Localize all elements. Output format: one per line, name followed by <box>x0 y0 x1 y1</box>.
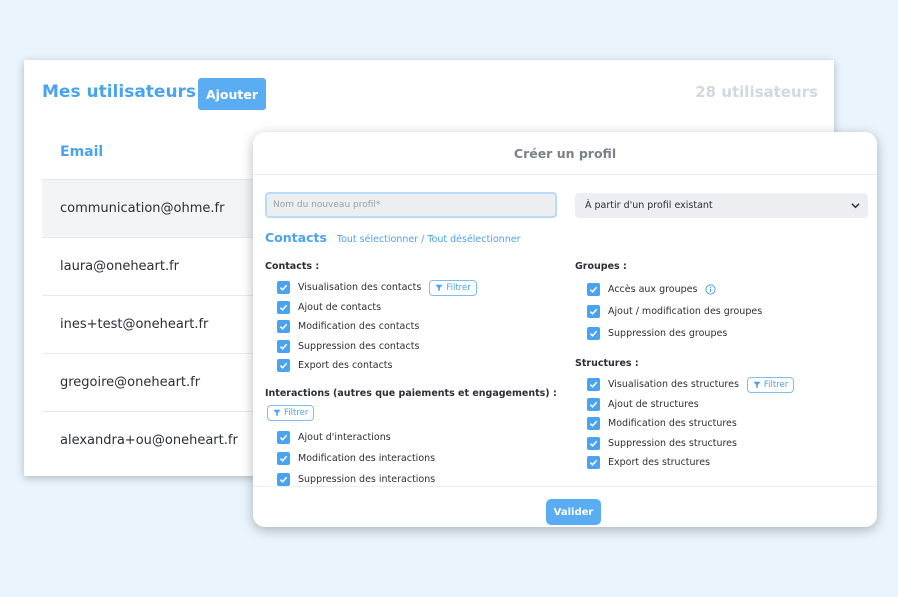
permission-item[interactable]: Export des structures <box>587 453 875 473</box>
permission-label: Visualisation des contacts <box>298 282 422 294</box>
existing-profile-select-value: À partir d'un profil existant <box>585 200 713 211</box>
permission-item[interactable]: Ajout / modification des groupes <box>587 300 875 322</box>
permissions-right-column: Groupes : Accès aux groupes Ajout / modi… <box>575 261 875 473</box>
permission-label: Suppression des contacts <box>298 340 420 352</box>
checkbox-checked[interactable] <box>587 304 600 318</box>
permissions-section-heading: Contacts Tout sélectionner / Tout déséle… <box>265 230 520 245</box>
link-separator: / <box>421 234 425 245</box>
filter-button-label: Filtrer <box>446 282 471 293</box>
permission-label: Modification des contacts <box>298 321 420 333</box>
deselect-all-link[interactable]: Tout désélectionner <box>427 234 520 245</box>
filter-button-label: Filtrer <box>763 379 789 390</box>
permission-item[interactable]: Modification des interactions <box>277 448 565 469</box>
checkbox-checked[interactable] <box>277 451 290 465</box>
filter-icon <box>435 284 443 291</box>
checkbox-checked[interactable] <box>587 417 600 431</box>
footer-divider <box>253 486 877 487</box>
permission-label: Suppression des structures <box>608 437 737 449</box>
filter-icon <box>753 381 761 388</box>
chevron-down-icon <box>851 203 860 209</box>
section-title: Contacts <box>265 230 327 245</box>
select-all-link[interactable]: Tout sélectionner <box>337 234 418 245</box>
filter-button[interactable]: Filtrer <box>429 279 477 296</box>
permission-label: Ajout / modification des groupes <box>608 305 763 317</box>
filter-button[interactable]: Filtrer <box>267 404 315 421</box>
permission-label: Export des structures <box>608 457 711 469</box>
permission-item[interactable]: Accès aux groupes <box>587 278 875 300</box>
permission-label: Modification des interactions <box>298 452 436 464</box>
group-title-contacts: Contacts : <box>265 261 320 272</box>
checkbox-checked[interactable] <box>277 472 290 486</box>
permission-item[interactable]: Ajout de contacts <box>277 298 565 318</box>
checkbox-checked[interactable] <box>587 282 600 296</box>
permission-label: Ajout de structures <box>608 398 699 410</box>
group-title-groupes: Groupes : <box>575 261 627 272</box>
checkbox-checked[interactable] <box>277 281 290 295</box>
permission-label: Accès aux groupes <box>608 283 698 295</box>
permission-label: Ajout d'interactions <box>298 431 391 443</box>
info-icon[interactable] <box>705 283 717 295</box>
permission-item[interactable]: Visualisation des contacts Filtrer <box>277 278 565 298</box>
checkbox-checked[interactable] <box>587 436 600 450</box>
permission-item[interactable]: Export des contacts <box>277 356 565 376</box>
permission-label: Ajout de contacts <box>298 301 382 313</box>
permission-item[interactable]: Suppression des contacts <box>277 337 565 357</box>
profile-name-input[interactable] <box>265 192 557 218</box>
checkbox-checked[interactable] <box>587 397 600 411</box>
permission-item[interactable]: Visualisation des structures Filtrer <box>587 375 875 395</box>
permission-item[interactable]: Suppression des groupes <box>587 322 875 344</box>
permission-label: Modification des structures <box>608 418 737 430</box>
modal-title: Créer un profil <box>253 132 877 175</box>
validate-button[interactable]: Valider <box>546 499 601 525</box>
users-count: 28 utilisateurs <box>695 83 818 101</box>
checkbox-checked[interactable] <box>277 339 290 353</box>
add-user-button[interactable]: Ajouter <box>198 78 266 110</box>
checkbox-checked[interactable] <box>587 378 600 392</box>
permission-label: Suppression des groupes <box>608 327 728 339</box>
filter-icon <box>273 409 281 416</box>
group-title-interactions: Interactions (autres que paiements et en… <box>265 387 557 399</box>
checkbox-checked[interactable] <box>277 320 290 334</box>
permission-item[interactable]: Modification des contacts <box>277 317 565 337</box>
group-title-structures: Structures : <box>575 358 639 369</box>
filter-button-label: Filtrer <box>284 407 309 418</box>
permission-item[interactable]: Modification des structures <box>587 414 875 434</box>
checkbox-checked[interactable] <box>587 326 600 340</box>
permission-item[interactable]: Ajout de structures <box>587 395 875 415</box>
checkbox-checked[interactable] <box>277 300 290 314</box>
checkbox-checked[interactable] <box>277 430 290 444</box>
permission-label: Visualisation des structures <box>608 379 739 391</box>
checkbox-checked[interactable] <box>587 456 600 470</box>
permission-label: Suppression des interactions <box>298 473 436 485</box>
filter-button[interactable]: Filtrer <box>746 376 795 393</box>
email-column-header[interactable]: Email <box>60 144 103 160</box>
permission-item[interactable]: Suppression des structures <box>587 434 875 454</box>
permissions-left-column: Contacts : Visualisation des contacts Fi… <box>265 261 565 490</box>
permission-item[interactable]: Ajout d'interactions <box>277 427 565 448</box>
checkbox-checked[interactable] <box>277 359 290 373</box>
existing-profile-select[interactable]: À partir d'un profil existant <box>575 193 868 218</box>
users-title: Mes utilisateurs <box>42 82 197 102</box>
permission-label: Export des contacts <box>298 360 393 372</box>
create-profile-modal: Créer un profil À partir d'un profil exi… <box>253 132 877 527</box>
